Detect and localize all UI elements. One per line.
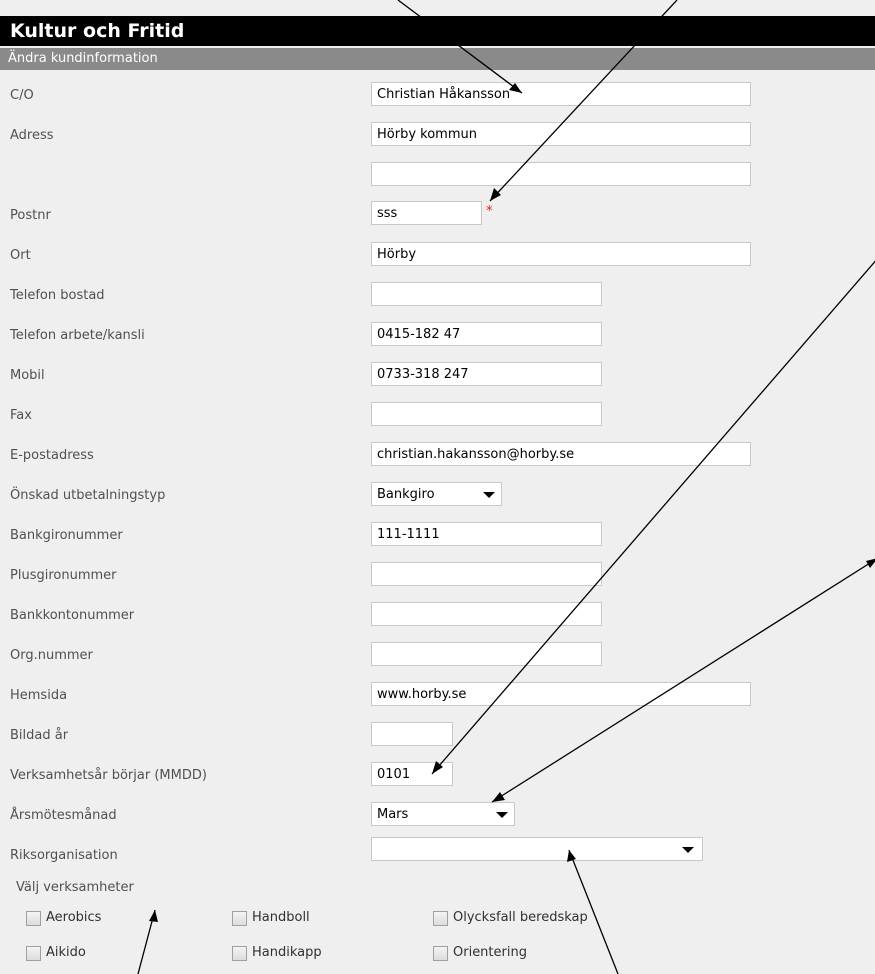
- utbetalningstyp-value: Bankgiro: [377, 487, 435, 502]
- bankkonto-label: Bankkontonummer: [10, 608, 135, 623]
- section-subtitle: Ändra kundinformation: [0, 48, 875, 70]
- riksorganisation-label: Riksorganisation: [10, 848, 118, 863]
- adress-label: Adress: [10, 128, 54, 143]
- checkbox-box[interactable]: [433, 946, 448, 961]
- epost-label: E-postadress: [10, 448, 94, 463]
- adress-input[interactable]: Hörby kommun: [371, 122, 751, 146]
- fax-input[interactable]: [371, 402, 602, 426]
- arsmotesmanad-label: Årsmötesmånad: [10, 808, 117, 823]
- orgnummer-input[interactable]: [371, 642, 602, 666]
- telefon-arbete-label: Telefon arbete/kansli: [10, 328, 145, 343]
- utbetalningstyp-select[interactable]: Bankgiro: [371, 482, 502, 506]
- arsmotesmanad-select[interactable]: Mars: [371, 802, 515, 826]
- co-input[interactable]: Christian Håkansson: [371, 82, 751, 106]
- verksamhetsar-input[interactable]: 0101: [371, 762, 453, 786]
- verksamheter-label: Välj verksamheter: [16, 880, 134, 895]
- arsmotesmanad-value: Mars: [377, 807, 409, 822]
- bankkonto-input[interactable]: [371, 602, 602, 626]
- co-label: C/O: [10, 88, 34, 103]
- orgnummer-label: Org.nummer: [10, 648, 93, 663]
- verksamhet-label: Aerobics: [46, 910, 102, 925]
- ort-label: Ort: [10, 248, 31, 263]
- mobil-input[interactable]: 0733-318 247: [371, 362, 602, 386]
- chevron-down-icon: [483, 492, 495, 498]
- mobil-label: Mobil: [10, 368, 45, 383]
- checkbox-box[interactable]: [433, 911, 448, 926]
- postnr-input[interactable]: sss: [371, 201, 482, 225]
- verksamhet-label: Olycksfall beredskap: [453, 910, 588, 925]
- form-area: Kultur och Fritid Ändra kundinformation …: [0, 0, 875, 974]
- verksamhet-label: Orientering: [453, 945, 527, 960]
- checkbox-box[interactable]: [26, 946, 41, 961]
- verksamhetsar-label: Verksamhetsår börjar (MMDD): [10, 768, 207, 783]
- verksamhet-label: Handikapp: [252, 945, 322, 960]
- epost-input[interactable]: christian.hakansson@horby.se: [371, 442, 751, 466]
- riksorganisation-select[interactable]: [371, 837, 703, 861]
- checkbox-box[interactable]: [26, 911, 41, 926]
- telefon-arbete-input[interactable]: 0415-182 47: [371, 322, 602, 346]
- bildad-label: Bildad år: [10, 728, 69, 743]
- checkbox-box[interactable]: [232, 946, 247, 961]
- postnr-label: Postnr: [10, 208, 51, 223]
- adress2-input[interactable]: [371, 162, 751, 186]
- bankgiro-input[interactable]: 111-1111: [371, 522, 602, 546]
- telefon-bostad-label: Telefon bostad: [10, 288, 105, 303]
- utbetalningstyp-label: Önskad utbetalningstyp: [10, 488, 166, 503]
- ort-input[interactable]: Hörby: [371, 242, 751, 266]
- telefon-bostad-input[interactable]: [371, 282, 602, 306]
- verksamhet-label: Handboll: [252, 910, 310, 925]
- hemsida-label: Hemsida: [10, 688, 68, 703]
- page-title: Kultur och Fritid: [0, 16, 875, 46]
- chevron-down-icon: [496, 812, 508, 818]
- required-marker: *: [486, 204, 493, 219]
- verksamhet-label: Aikido: [46, 945, 86, 960]
- checkbox-box[interactable]: [232, 911, 247, 926]
- bildad-input[interactable]: [371, 722, 453, 746]
- fax-label: Fax: [10, 408, 32, 423]
- chevron-down-icon: [682, 847, 694, 853]
- plusgiro-input[interactable]: [371, 562, 602, 586]
- hemsida-input[interactable]: www.horby.se: [371, 682, 751, 706]
- bankgiro-label: Bankgironummer: [10, 528, 123, 543]
- plusgiro-label: Plusgironummer: [10, 568, 117, 583]
